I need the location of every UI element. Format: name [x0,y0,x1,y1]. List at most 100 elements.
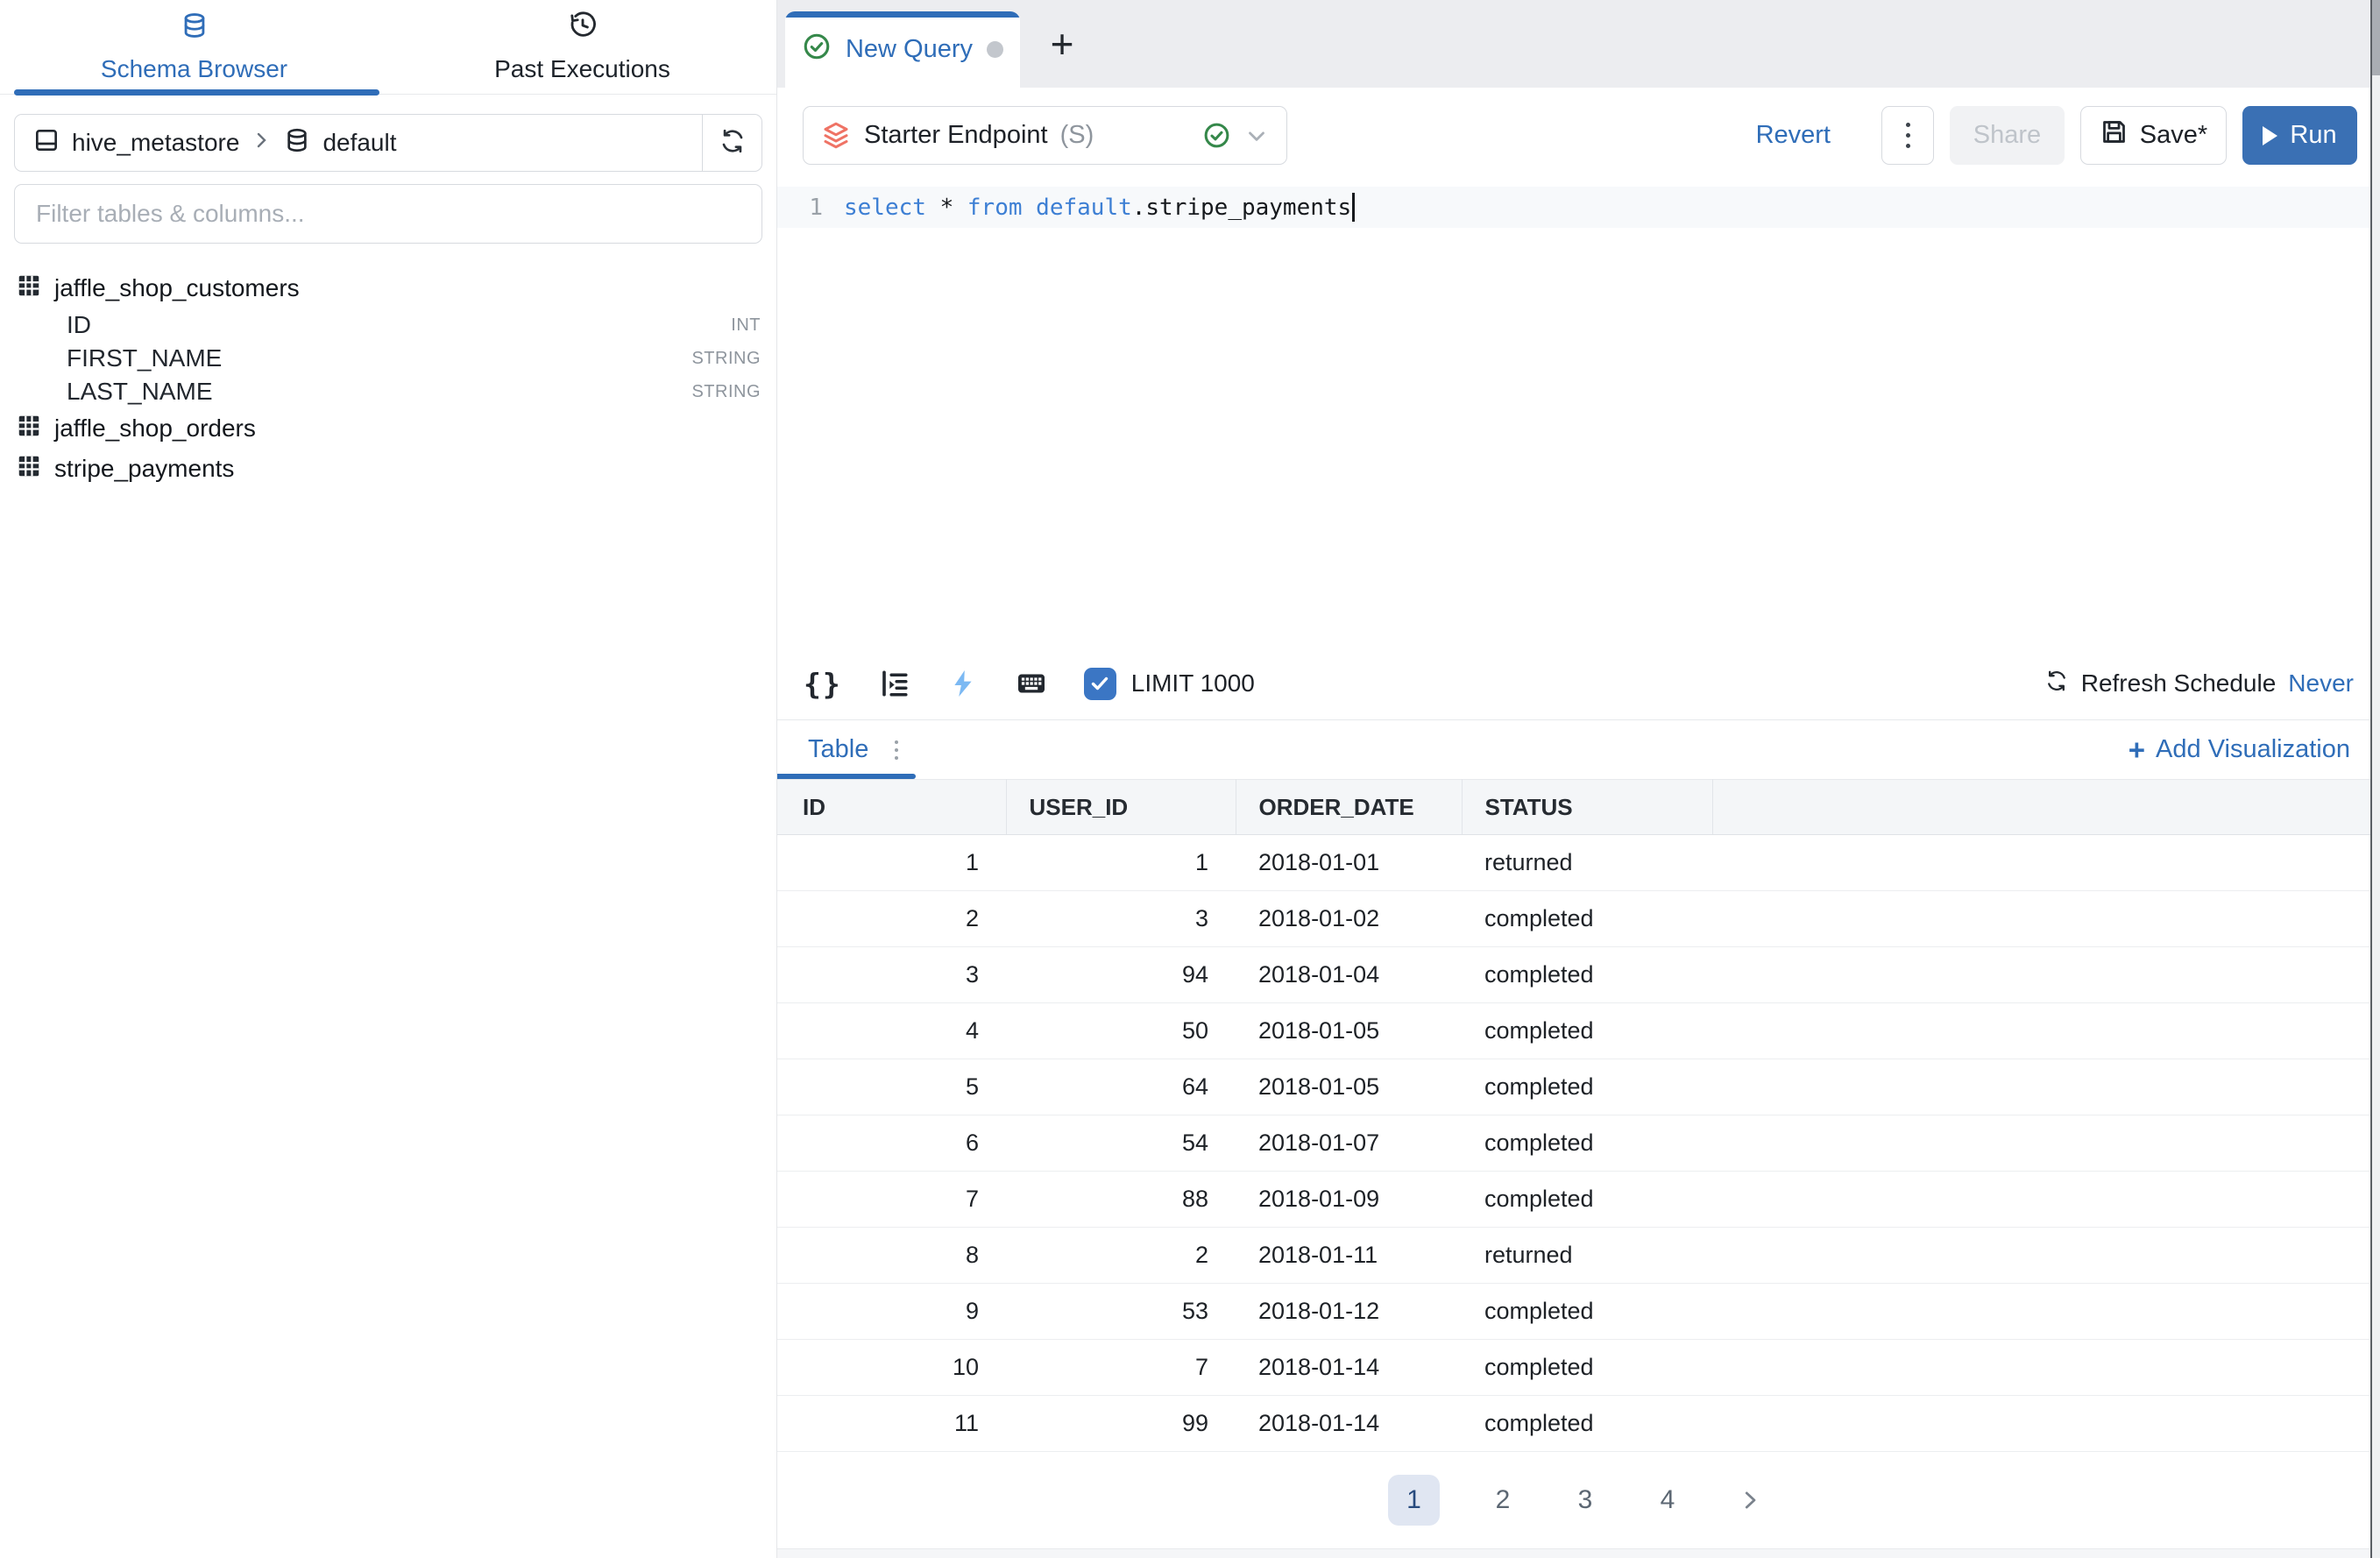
column-name: FIRST_NAME [67,344,222,372]
sql-editor[interactable]: 1 select * from default.stripe_payments [777,187,2380,228]
table-cell: completed [1462,1115,1712,1172]
page-button[interactable]: 1 [1388,1475,1440,1526]
results-header-row: IDUSER_IDORDER_DATESTATUS [777,780,2380,835]
share-button[interactable]: Share [1950,106,2065,165]
schema-column-item[interactable]: FIRST_NAMESTRING [16,342,761,375]
catalog-icon [32,126,60,160]
table-cell: 3 [777,947,1006,1003]
table-cell: 4 [777,1003,1006,1059]
table-cell: returned [1462,1228,1712,1284]
database-icon [180,11,209,46]
schema-column-item[interactable]: IDINT [16,308,761,342]
new-tab-button[interactable]: + [1020,0,1104,88]
table-cell-filler [1712,1003,2380,1059]
refresh-schedule-label: Refresh Schedule [2081,669,2277,698]
column-name: ID [67,311,91,339]
page-button[interactable]: 4 [1648,1475,1687,1526]
refresh-schedule-group: Refresh Schedule Never [2044,669,2354,699]
add-visualization-button[interactable]: + Add Visualization [2129,733,2380,767]
results-body: 112018-01-01returned232018-01-02complete… [777,835,2380,1452]
column-header[interactable]: ID [777,780,1006,835]
table-cell-filler [1712,1115,2380,1172]
table-cell: 7 [1006,1340,1236,1396]
braces-format-icon[interactable]: {} [804,667,842,701]
table-cell: 2018-01-11 [1236,1228,1462,1284]
column-header[interactable]: STATUS [1462,780,1712,835]
table-cell: completed [1462,1003,1712,1059]
query-tab-new-query[interactable]: New Query [785,11,1020,88]
schema-column-item[interactable]: LAST_NAMESTRING [16,375,761,408]
page-button[interactable]: 3 [1566,1475,1604,1526]
sql-token: from [967,195,1036,221]
sql-token: .stripe_payments [1132,195,1351,221]
pagination: 1234 [777,1452,2380,1548]
more-actions-button[interactable] [1881,106,1934,165]
sidebar-tabs: Schema Browser Past Executions [0,0,776,95]
next-page-button[interactable] [1731,1475,1769,1526]
endpoint-name: Starter Endpoint [864,121,1048,150]
sql-token: * [940,195,967,221]
table-cell: 6 [777,1115,1006,1172]
refresh-schema-button[interactable] [702,115,761,171]
schema-table-item[interactable]: stripe_payments [16,449,761,489]
save-button[interactable]: Save* [2080,106,2227,165]
column-type: STRING [691,382,761,402]
database-icon [283,126,311,160]
table-cell: completed [1462,1059,1712,1115]
column-header[interactable]: ORDER_DATE [1236,780,1462,835]
table-row: 9532018-01-12completed [777,1284,2380,1340]
refresh-icon [2044,669,2069,699]
table-cell: 2018-01-05 [1236,1059,1462,1115]
table-cell: 11 [777,1396,1006,1452]
table-cell: 53 [1006,1284,1236,1340]
chevron-right-icon [251,129,272,157]
tab-table-visualization[interactable]: Table [808,735,868,764]
table-cell: 8 [777,1228,1006,1284]
scrollbar-thumb[interactable] [2372,0,2380,75]
sql-token: select [844,195,940,221]
breadcrumb-catalog[interactable]: hive_metastore [72,129,239,157]
table-cell: returned [1462,835,1712,891]
keyboard-shortcuts-icon[interactable] [1016,668,1047,699]
tab-past-executions[interactable]: Past Executions [388,0,776,94]
editor-empty-space[interactable] [777,228,2380,648]
run-button[interactable]: Run [2242,106,2357,165]
endpoint-status-check-icon [1202,121,1231,150]
visualization-tabs: Table + Add Visualization [777,720,2380,779]
text-cursor [1352,193,1355,222]
lightning-icon[interactable] [947,668,979,699]
tab-schema-browser[interactable]: Schema Browser [0,0,388,94]
table-row: 6542018-01-07completed [777,1115,2380,1172]
schema-table-item[interactable]: jaffle_shop_orders [16,408,761,449]
schema-breadcrumb-box: hive_metastore default [14,114,762,172]
refresh-schedule-value[interactable]: Never [2288,669,2354,698]
indent-icon[interactable] [879,668,910,699]
schema-table-item[interactable]: jaffle_shop_customers [16,268,761,308]
table-cell: 2018-01-01 [1236,835,1462,891]
breadcrumb[interactable]: hive_metastore default [15,115,702,171]
endpoint-size: (S) [1060,121,1094,150]
table-cell: completed [1462,891,1712,947]
limit-toggle-group: LIMIT 1000 [1084,668,1255,700]
limit-checkbox[interactable] [1084,668,1116,700]
sql-token: default [1036,195,1132,221]
page-button[interactable]: 2 [1484,1475,1522,1526]
schema-sidebar: Schema Browser Past Executions [0,0,777,1558]
table-cell: 50 [1006,1003,1236,1059]
endpoint-selector[interactable]: Starter Endpoint (S) [803,106,1287,165]
tab-label: Past Executions [494,55,670,83]
table-cell: completed [1462,1340,1712,1396]
vertical-scrollbar[interactable] [2370,0,2380,1558]
check-circle-icon [802,32,832,68]
breadcrumb-schema[interactable]: default [322,129,396,157]
table-cell: 1 [1006,835,1236,891]
results-table: IDUSER_IDORDER_DATESTATUS 112018-01-01re… [777,779,2380,1452]
revert-button[interactable]: Revert [1756,121,1831,150]
column-header[interactable]: USER_ID [1006,780,1236,835]
table-cell-filler [1712,947,2380,1003]
table-cell: 88 [1006,1172,1236,1228]
sql-editor-line[interactable]: 1 select * from default.stripe_payments [777,187,2380,228]
filter-tables-input[interactable] [14,184,762,244]
table-cell: 94 [1006,947,1236,1003]
visualization-kebab-icon[interactable] [895,740,898,760]
